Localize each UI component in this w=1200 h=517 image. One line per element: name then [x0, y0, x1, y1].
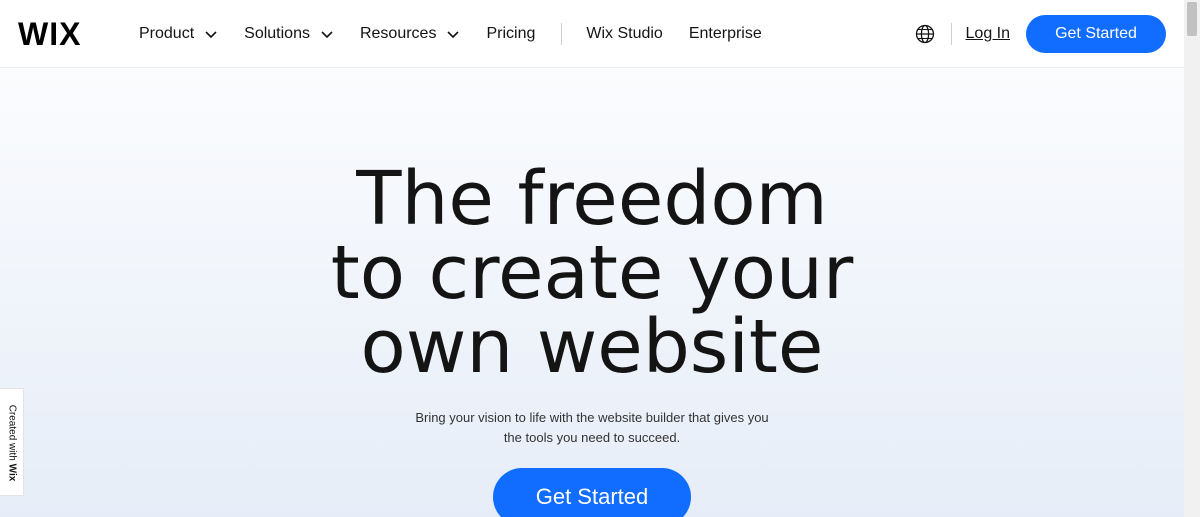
headline-line: own website	[360, 304, 824, 390]
nav-item-pricing[interactable]: Pricing	[486, 25, 535, 43]
nav-divider	[561, 23, 563, 45]
wix-logo[interactable]: WIX	[18, 16, 81, 52]
headline-line: The freedom	[356, 156, 828, 242]
header-get-started-button[interactable]: Get Started	[1026, 15, 1166, 53]
hero-get-started-button[interactable]: Get Started	[493, 468, 691, 517]
nav-item-solutions[interactable]: Solutions	[244, 25, 334, 43]
subtext-line: Bring your vision to life with the websi…	[415, 410, 769, 425]
globe-icon[interactable]	[915, 24, 935, 44]
hero-subtext: Bring your vision to life with the websi…	[0, 408, 1184, 448]
nav-item-product[interactable]: Product	[139, 25, 218, 43]
header-actions: Log In Get Started	[915, 0, 1166, 68]
badge-prefix: Created with	[6, 404, 18, 464]
chevron-down-icon	[205, 31, 217, 39]
nav-item-resources[interactable]: Resources	[360, 25, 460, 43]
nav-item-label: Resources	[359, 25, 437, 42]
nav-item-enterprise[interactable]: Enterprise	[689, 25, 762, 43]
nav-item-label: Product	[139, 25, 195, 42]
site-header: WIX Product Solutions Resources Pricing …	[0, 0, 1184, 68]
chevron-down-icon	[321, 31, 333, 39]
headline-line: to create your	[330, 230, 854, 316]
vertical-scrollbar[interactable]	[1184, 0, 1200, 517]
created-with-wix-badge[interactable]: Created with Wix	[0, 388, 24, 496]
chevron-down-icon	[447, 31, 460, 39]
nav-item-label: Pricing	[486, 25, 536, 42]
hero-section: The freedom to create your own website B…	[0, 68, 1184, 517]
hero-headline: The freedom to create your own website	[0, 162, 1184, 384]
main-nav: Product Solutions Resources Pricing Wix …	[139, 0, 788, 68]
badge-label: Created with Wix	[7, 405, 18, 482]
scrollbar-thumb[interactable]	[1187, 2, 1197, 36]
badge-brand: Wix	[6, 463, 18, 482]
page: WIX Product Solutions Resources Pricing …	[0, 0, 1200, 517]
login-link[interactable]: Log In	[966, 25, 1010, 43]
nav-item-label: Enterprise	[688, 25, 762, 42]
subtext-line: the tools you need to succeed.	[503, 430, 681, 445]
header-divider	[950, 23, 952, 45]
nav-item-label: Solutions	[244, 25, 310, 42]
nav-item-label: Wix Studio	[586, 25, 663, 42]
nav-item-wix-studio[interactable]: Wix Studio	[586, 25, 662, 43]
